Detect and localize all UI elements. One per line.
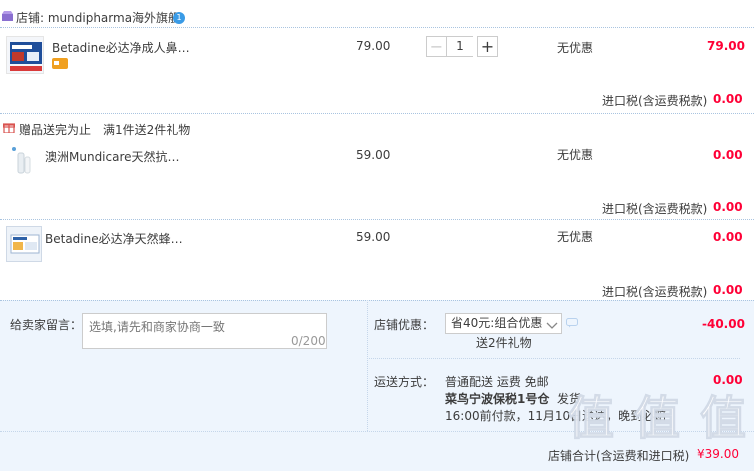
item-3-promo: 无优惠 [557, 230, 594, 244]
item-3-title[interactable]: Betadine必达净天然蜂… [45, 230, 183, 247]
shop-badge-icon: 1 [173, 12, 185, 24]
discount-label: 店铺优惠： [374, 318, 435, 332]
shop-name[interactable]: 店铺: mundipharma海外旗舰 [16, 9, 180, 26]
shop-icon [2, 10, 13, 21]
item-3-thumbnail[interactable] [6, 226, 42, 262]
watermark-logo: 值 值 值 [567, 391, 748, 446]
item-2-title[interactable]: 澳洲Mundicare天然抗… [45, 148, 180, 165]
message-counter: 0/200 [291, 334, 326, 348]
item-1-promo: 无优惠 [557, 41, 594, 55]
item-2-tax-label: 进口税(含运费税款) [602, 202, 708, 216]
message-label: 给卖家留言： [10, 318, 83, 332]
shipping-method: 普通配送 运费 免邮 [445, 375, 549, 389]
item-1-thumbnail[interactable] [6, 36, 44, 74]
divider [0, 113, 754, 114]
shipping-warehouse: 菜鸟宁波保税1号仓 [445, 392, 550, 406]
item-3-tax: 0.00 [713, 283, 743, 297]
item-2-subtotal: 0.00 [713, 148, 743, 162]
total-label: 店铺合计(含运费和进口税) [548, 449, 690, 463]
item-3-subtotal: 0.00 [713, 230, 743, 244]
divider [0, 219, 754, 220]
discount-select[interactable]: 省40元:组合优惠 [445, 313, 562, 334]
quantity-input[interactable]: 1 [447, 36, 473, 57]
total-amount: ¥39.00 [697, 447, 739, 461]
discount-amount: -40.00 [702, 317, 745, 331]
gift-label: 赠品送完为止 [19, 123, 92, 137]
card-icon [52, 58, 68, 69]
gift-icon [2, 121, 16, 134]
chevron-down-icon [546, 318, 558, 329]
divider [0, 27, 754, 28]
item-1-title[interactable]: Betadine必达净成人鼻… [52, 39, 190, 56]
comment-icon [566, 317, 578, 328]
item-1-tax: 0.00 [713, 92, 743, 106]
decrease-button[interactable]: − [426, 36, 447, 57]
shipping-label: 运送方式： [374, 375, 435, 389]
item-1-price: 79.00 [356, 39, 391, 53]
item-3-tax-label: 进口税(含运费税款) [602, 285, 708, 299]
discount-selected: 省40元:组合优惠 [451, 316, 543, 330]
item-2-thumbnail[interactable] [6, 143, 42, 179]
item-3-price: 59.00 [356, 230, 391, 244]
item-1-tax-label: 进口税(含运费税款) [602, 94, 708, 108]
discount-note: 送2件礼物 [476, 336, 532, 350]
gift-rule: 满1件送2件礼物 [103, 123, 191, 137]
item-2-promo: 无优惠 [557, 148, 594, 162]
item-1-subtotal: 79.00 [707, 39, 745, 53]
item-2-tax: 0.00 [713, 200, 743, 214]
item-2-price: 59.00 [356, 148, 391, 162]
increase-button[interactable]: + [477, 36, 498, 57]
